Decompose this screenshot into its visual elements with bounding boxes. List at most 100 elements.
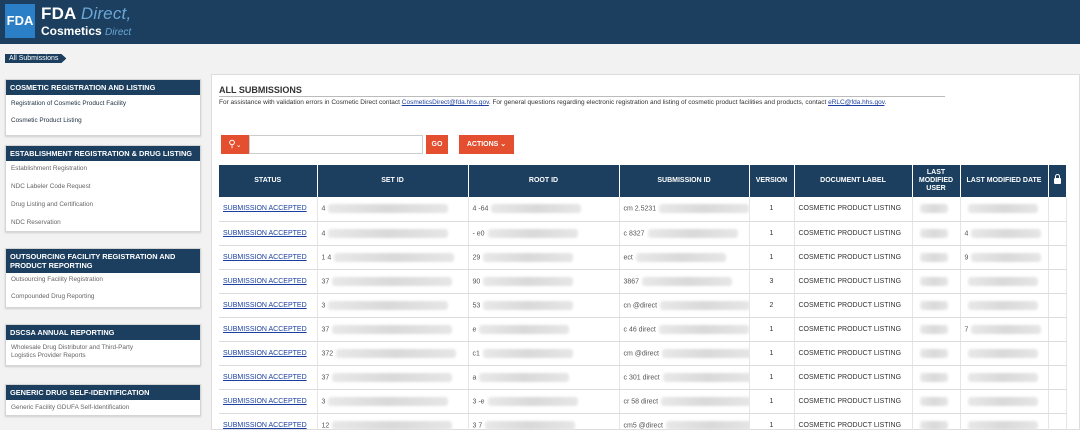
sidebar-item-gdufa[interactable]: Generic Facility GDUFA Self-Identificati… xyxy=(6,404,200,411)
redacted-value xyxy=(332,420,453,430)
partial-id-text: 12 xyxy=(321,421,330,429)
sidebar-item-establishment-registration[interactable]: Establishment Registration xyxy=(6,165,200,172)
set-id-cell: 37 xyxy=(317,365,469,390)
table-row[interactable]: SUBMISSION ACCEPTED 4 - e0 c 8327 1 COSMETIC … xyxy=(219,221,1067,246)
modified-date-cell xyxy=(960,365,1049,390)
status-link[interactable]: SUBMISSION ACCEPTED xyxy=(219,365,318,390)
root-id-cell: e xyxy=(468,317,620,342)
partial-id-text: 3 -e xyxy=(472,397,485,405)
modified-user-cell xyxy=(912,413,961,430)
table-row[interactable]: SUBMISSION ACCEPTED 372 c1 cm @direct 1 COSME… xyxy=(219,341,1067,366)
redacted-value xyxy=(919,420,948,430)
main-panel: ALL SUBMISSIONS For assistance with vali… xyxy=(211,74,1080,430)
search-input[interactable] xyxy=(249,135,423,154)
sidebar-item-dscsa-reports[interactable]: Wholesale Drug Distributor and Third-Par… xyxy=(6,344,156,360)
status-link[interactable]: SUBMISSION ACCEPTED xyxy=(219,197,318,222)
redacted-value xyxy=(328,300,449,310)
table-row[interactable]: SUBMISSION ACCEPTED 3 53 cn @direct 2 COSMETI… xyxy=(219,293,1067,318)
status-link[interactable]: SUBMISSION ACCEPTED xyxy=(223,205,307,212)
redacted-value xyxy=(659,204,748,214)
status-link[interactable]: SUBMISSION ACCEPTED xyxy=(219,221,318,246)
sidebar-section-generic-drug: GENERIC DRUG SELF-IDENTIFICATION Generic… xyxy=(5,384,201,416)
sidebar-item-product-listing[interactable]: Cosmetic Product Listing xyxy=(6,117,200,124)
sidebar-item-facility-registration[interactable]: Registration of Cosmetic Product Facilit… xyxy=(6,100,200,107)
search-dropdown-button[interactable]: ⚲⌄ xyxy=(221,135,249,154)
status-link[interactable]: SUBMISSION ACCEPTED xyxy=(223,374,307,381)
sidebar-item-drug-listing[interactable]: Drug Listing and Certification xyxy=(6,201,200,208)
column-header-document-label[interactable]: DOCUMENT LABEL xyxy=(794,165,913,197)
redacted-value xyxy=(919,252,948,262)
actions-button[interactable]: ACTIONS ⌄ xyxy=(459,135,514,154)
status-link[interactable]: SUBMISSION ACCEPTED xyxy=(219,341,318,366)
root-id-cell: 4 -64 xyxy=(468,197,620,222)
partial-id-text: e xyxy=(472,325,477,333)
submission-id-cell: cm 2.5231 xyxy=(619,197,750,222)
fda-logo[interactable]: FDA xyxy=(5,4,35,38)
document-label-cell: COSMETIC PRODUCT LISTING xyxy=(794,221,913,246)
modified-date-cell: 4 xyxy=(960,221,1049,246)
help-text-part: For assistance with validation errors in… xyxy=(219,99,400,106)
sidebar-item-ndc-labeler[interactable]: NDC Labeler Code Request xyxy=(6,183,200,190)
document-label-cell: COSMETIC PRODUCT LISTING xyxy=(794,317,913,342)
partial-id-text: a xyxy=(472,373,477,381)
status-link[interactable]: SUBMISSION ACCEPTED xyxy=(223,302,307,309)
table-row[interactable]: SUBMISSION ACCEPTED 3 3 -e cr 58 direct 1 COS… xyxy=(219,389,1067,414)
column-header-lock[interactable] xyxy=(1048,165,1067,197)
modified-date-cell: 7 xyxy=(960,317,1049,342)
status-link[interactable]: SUBMISSION ACCEPTED xyxy=(219,389,318,414)
row-lock-cell xyxy=(1048,245,1067,270)
redacted-value xyxy=(487,228,578,238)
sidebar-item-ndc-reservation[interactable]: NDC Reservation xyxy=(6,219,200,226)
sidebar-item-compounded-drug[interactable]: Compounded Drug Reporting xyxy=(6,293,200,300)
status-link[interactable]: SUBMISSION ACCEPTED xyxy=(219,269,318,294)
submission-id-cell: cr 58 direct xyxy=(619,389,750,414)
table-row[interactable]: SUBMISSION ACCEPTED 1 4 29 ect 1 COSMETIC PRO… xyxy=(219,245,1067,270)
partial-id-text: 29 xyxy=(472,253,481,261)
status-link[interactable]: SUBMISSION ACCEPTED xyxy=(223,422,307,429)
title-divider xyxy=(219,96,945,97)
partial-id-text: 372 xyxy=(321,349,334,357)
cosmetics-direct-email-link[interactable]: CosmeticsDirect@fda.hhs.gov xyxy=(402,99,489,106)
status-link[interactable]: SUBMISSION ACCEPTED xyxy=(223,326,307,333)
status-link[interactable]: SUBMISSION ACCEPTED xyxy=(219,245,318,270)
erlc-email-link[interactable]: eRLC@fda.hhs.gov xyxy=(828,99,884,106)
status-link[interactable]: SUBMISSION ACCEPTED xyxy=(219,317,318,342)
status-link[interactable]: SUBMISSION ACCEPTED xyxy=(219,413,318,430)
search-icon: ⚲ xyxy=(228,139,236,150)
sidebar-section-title: OUTSOURCING FACILITY REGISTRATION AND PR… xyxy=(6,249,200,273)
status-link[interactable]: SUBMISSION ACCEPTED xyxy=(223,278,307,285)
root-id-cell: 53 xyxy=(468,293,620,318)
status-link[interactable]: SUBMISSION ACCEPTED xyxy=(223,350,307,357)
status-link[interactable]: SUBMISSION ACCEPTED xyxy=(223,398,307,405)
column-header-last-modified-user[interactable]: LAST MODIFIED USER xyxy=(912,165,961,197)
breadcrumb[interactable]: All Submissions xyxy=(5,54,66,63)
brand-title: FDA Direct, xyxy=(41,4,131,24)
status-link[interactable]: SUBMISSION ACCEPTED xyxy=(219,293,318,318)
column-header-set-id[interactable]: SET ID xyxy=(317,165,469,197)
status-link[interactable]: SUBMISSION ACCEPTED xyxy=(223,254,307,261)
table-row[interactable]: SUBMISSION ACCEPTED 4 4 -64 cm 2.5231 1 COSME… xyxy=(219,197,1067,222)
table-row[interactable]: SUBMISSION ACCEPTED 37 a c 301 direct 1 COSME… xyxy=(219,365,1067,390)
column-header-status[interactable]: STATUS xyxy=(219,165,318,197)
table-row[interactable]: SUBMISSION ACCEPTED 37 90 3867 3 COSMETIC PRO… xyxy=(219,269,1067,294)
column-header-submission-id[interactable]: SUBMISSION ID xyxy=(619,165,750,197)
table-row[interactable]: SUBMISSION ACCEPTED 37 e c 46 direct 1 COSMET… xyxy=(219,317,1067,342)
set-id-cell: 1 4 xyxy=(317,245,469,270)
go-button[interactable]: GO xyxy=(426,135,448,154)
sidebar-item-outsourcing-registration[interactable]: Outsourcing Facility Registration xyxy=(6,276,200,283)
root-id-cell: c1 xyxy=(468,341,620,366)
redacted-value xyxy=(482,348,573,358)
redacted-value xyxy=(661,396,748,406)
column-header-version[interactable]: VERSION xyxy=(749,165,795,197)
redacted-value xyxy=(919,396,948,406)
redacted-value xyxy=(635,252,726,262)
partial-id-text: 4 xyxy=(321,229,326,237)
brand-subtitle-accent: Direct xyxy=(105,27,132,38)
root-id-cell: - e0 xyxy=(468,221,620,246)
column-header-last-modified-date[interactable]: LAST MODIFIED DATE xyxy=(960,165,1049,197)
sidebar-section-cosmetic: COSMETIC REGISTRATION AND LISTING Regist… xyxy=(5,79,201,136)
partial-id-text: 9 xyxy=(964,253,969,261)
table-row[interactable]: SUBMISSION ACCEPTED 12 3 7 cm5 @direct 1 COSM… xyxy=(219,413,1067,430)
status-link[interactable]: SUBMISSION ACCEPTED xyxy=(223,230,307,237)
column-header-root-id[interactable]: ROOT ID xyxy=(468,165,620,197)
